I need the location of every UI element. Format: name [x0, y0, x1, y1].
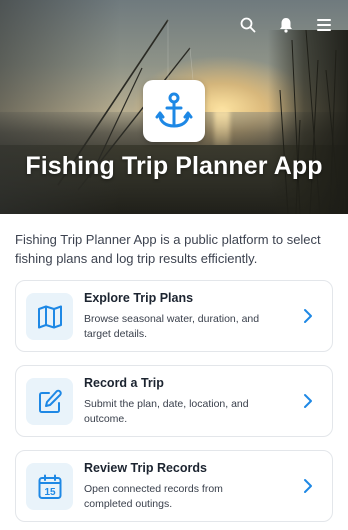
- calendar-icon: 15: [38, 474, 61, 499]
- menu-button[interactable]: [314, 14, 334, 36]
- record-a-trip-card[interactable]: Record a Trip Submit the plan, date, loc…: [15, 365, 333, 437]
- chevron-right-icon: [304, 394, 312, 408]
- menu-icon: [317, 19, 331, 31]
- card-icon-box: [26, 293, 73, 340]
- intro-text: Fishing Trip Planner App is a public pla…: [15, 232, 321, 266]
- app-title: Fishing Trip Planner App: [25, 152, 323, 180]
- card-description: Open connected records from completed ou…: [84, 483, 223, 510]
- search-icon: [240, 17, 256, 33]
- chevron-right-icon: [304, 479, 312, 493]
- calendar-day-label: 15: [44, 487, 56, 498]
- header-actions: [238, 14, 334, 36]
- card-description: Browse seasonal water, duration, and tar…: [84, 313, 260, 340]
- card-title: Record a Trip: [84, 376, 164, 390]
- card-icon-box: [26, 378, 73, 425]
- search-button[interactable]: [238, 14, 258, 36]
- card-description: Submit the plan, date, location, and out…: [84, 398, 249, 425]
- chevron-right-icon: [304, 309, 312, 323]
- app-logo: [143, 80, 205, 142]
- notifications-button[interactable]: [276, 14, 296, 36]
- hero-banner: Fishing Trip Planner App: [0, 0, 348, 214]
- map-icon: [37, 305, 62, 328]
- feature-cards: Explore Trip Plans Browse seasonal water…: [0, 268, 348, 522]
- edit-icon: [38, 389, 62, 413]
- card-title: Review Trip Records: [84, 461, 207, 475]
- card-title: Explore Trip Plans: [84, 291, 194, 305]
- explore-trip-plans-card[interactable]: Explore Trip Plans Browse seasonal water…: [15, 280, 333, 352]
- anchor-icon: [155, 92, 193, 128]
- bell-icon: [280, 18, 292, 33]
- card-icon-box: 15: [26, 463, 73, 510]
- review-trip-records-card[interactable]: 15 Review Trip Records Open connected re…: [15, 450, 333, 522]
